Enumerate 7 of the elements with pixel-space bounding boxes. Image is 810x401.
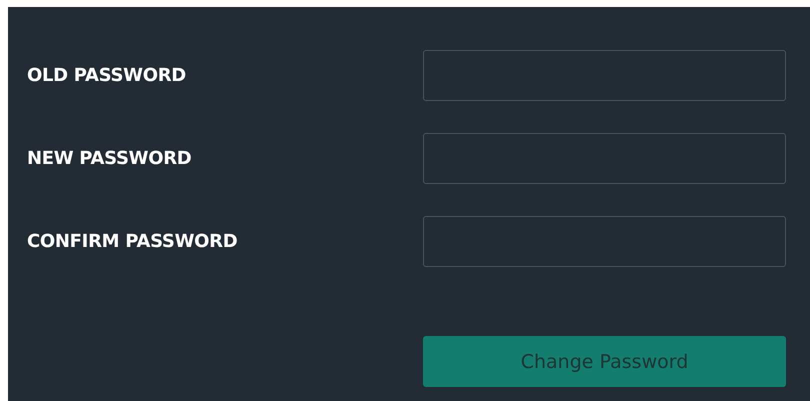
field-label: NEW PASSWORD	[27, 148, 192, 169]
password-field[interactable]	[423, 133, 786, 184]
password-field[interactable]	[423, 50, 786, 101]
password-field[interactable]	[423, 216, 786, 267]
field-label: CONFIRM PASSWORD	[27, 231, 238, 252]
field-label: OLD PASSWORD	[27, 65, 186, 86]
change-password-button[interactable]: Change Password	[423, 336, 786, 387]
